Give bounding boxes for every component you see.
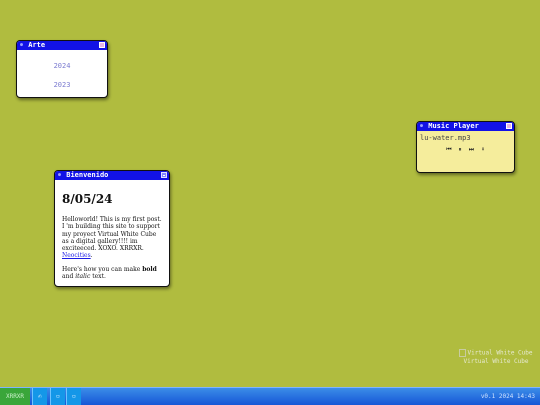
taskbar-window-icon[interactable]: ▫ xyxy=(66,388,81,405)
track-name: lu-water.mp3 xyxy=(420,134,471,142)
post-paragraph-2: Here's how you can make bold and italic … xyxy=(62,266,162,281)
italic-text: italic xyxy=(75,273,91,281)
start-button[interactable]: XRRXR xyxy=(0,388,30,405)
taskbar-paint-icon[interactable]: ✍ xyxy=(32,388,47,405)
post-text: Here's how you can make xyxy=(62,265,143,273)
taskbar-clock: v0.1 2024 14:43 xyxy=(480,393,535,400)
post-content: 8/05/24 Helloworld! This is my first pos… xyxy=(55,192,169,280)
post-text-end: . xyxy=(90,252,93,260)
player-controls: ⏮ ⏸ ⏭ ⬇ xyxy=(417,146,514,154)
post-date: 8/05/24 xyxy=(62,192,113,206)
virtual-white-cube-desktop-icon[interactable]: Virtual White Cube Virtual White Cube xyxy=(455,349,537,365)
pause-icon[interactable]: ⏸ xyxy=(459,146,462,154)
window-dot-icon: ● xyxy=(20,42,24,48)
music-player-title: Music Player xyxy=(428,122,479,130)
icon-alt-text: Virtual White Cube xyxy=(467,349,533,357)
taskbar-window-icon[interactable]: ▫ xyxy=(50,388,65,405)
arte-title: Arte xyxy=(28,41,46,49)
year-link-2024[interactable]: 2024 xyxy=(17,62,107,70)
year-link-2023[interactable]: 2023 xyxy=(17,81,107,89)
bienvenido-titlebar[interactable]: ● Bienvenido xyxy=(55,171,169,180)
close-icon[interactable] xyxy=(99,42,105,48)
minimize-icon[interactable] xyxy=(161,172,167,178)
window-dot-icon: ● xyxy=(420,123,424,129)
neocities-link[interactable]: Neocities xyxy=(62,252,91,259)
post-text-end: text. xyxy=(90,273,106,281)
desktop-icon-label: Virtual White Cube xyxy=(463,358,529,365)
post-text: Helloworld! This is my first post. I 'm … xyxy=(62,216,162,253)
music-player-window[interactable]: ● Music Player lu-water.mp3 ⏮ ⏸ ⏭ ⬇ xyxy=(416,121,515,173)
post-text: and xyxy=(62,273,76,281)
arte-titlebar[interactable]: ● Arte xyxy=(17,41,107,50)
bold-text: bold xyxy=(142,265,157,273)
window-dot-icon: ● xyxy=(58,172,62,178)
arte-window[interactable]: ● Arte 2024 2023 xyxy=(16,40,108,98)
broken-image-icon: Virtual White Cube xyxy=(455,349,537,357)
download-icon[interactable]: ⬇ xyxy=(481,146,485,154)
taskbar: XRRXR ✍ ▫ ▫ v0.1 2024 14:43 xyxy=(0,387,540,405)
music-player-titlebar[interactable]: ● Music Player xyxy=(417,122,514,131)
next-track-icon[interactable]: ⏭ xyxy=(469,146,474,154)
bienvenido-window[interactable]: ● Bienvenido 8/05/24 Helloworld! This is… xyxy=(54,170,170,287)
bienvenido-title: Bienvenido xyxy=(66,171,109,179)
close-icon[interactable] xyxy=(506,123,512,129)
previous-track-icon[interactable]: ⏮ xyxy=(446,146,451,154)
post-paragraph-1: Helloworld! This is my first post. I 'm … xyxy=(62,216,162,260)
